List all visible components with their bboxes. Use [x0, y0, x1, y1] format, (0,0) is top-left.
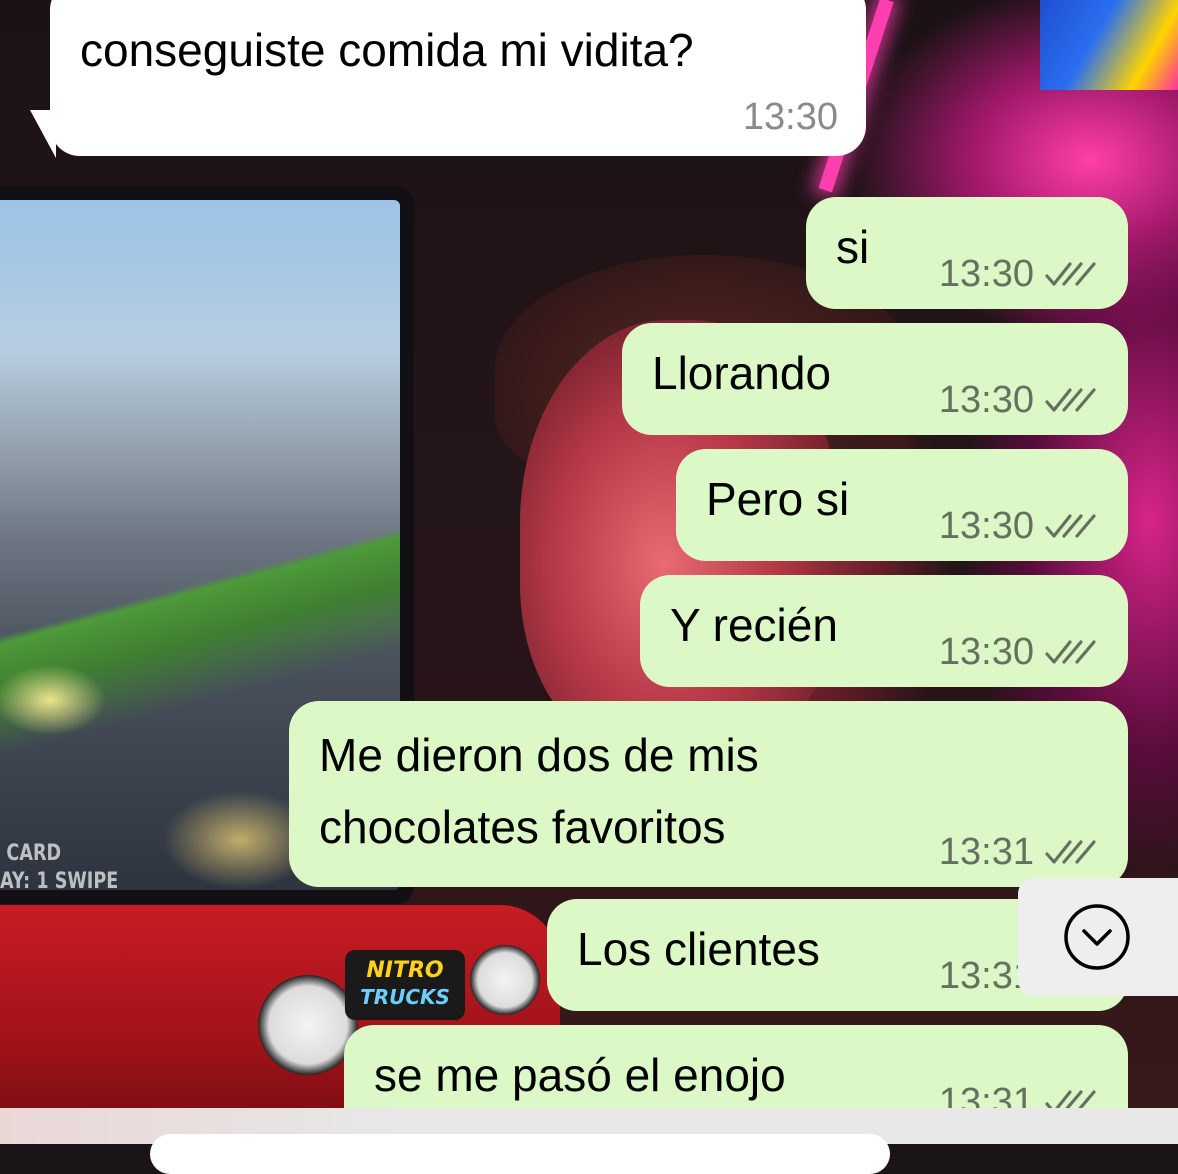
message-time: 13:30 — [938, 505, 1034, 547]
scroll-to-bottom-button[interactable] — [1018, 878, 1178, 996]
message-meta: 13:31 — [939, 1077, 1100, 1108]
double-check-icon — [1045, 514, 1096, 538]
message-bubble-outgoing[interactable]: si 13:30 — [806, 197, 1128, 309]
message-text: Me dieron dos de mis chocolates favorito… — [319, 719, 759, 863]
message-meta: 13:30 — [743, 92, 838, 142]
message-text: Llorando — [652, 347, 832, 399]
double-check-icon — [1045, 1090, 1096, 1108]
message-meta: 13:30 — [939, 627, 1100, 677]
double-check-icon — [1045, 388, 1096, 412]
message-input[interactable] — [150, 1134, 890, 1174]
message-text: Los clientes — [577, 923, 820, 975]
message-text: Pero si — [706, 473, 850, 525]
message-text: se me pasó el enojo — [374, 1049, 786, 1101]
message-time: 13:30 — [742, 96, 838, 138]
message-text: si — [836, 221, 870, 273]
message-meta: 13:31 — [939, 827, 1100, 877]
bubble-tail-incoming — [30, 110, 56, 158]
message-time: 13:31 — [938, 831, 1034, 873]
message-bubble-outgoing[interactable]: Me dieron dos de mis chocolates favorito… — [289, 701, 1128, 887]
message-text: Y recién — [670, 599, 838, 651]
message-meta: 13:30 — [939, 375, 1100, 425]
chevron-down-circle-icon — [1064, 904, 1130, 970]
message-bubble-outgoing[interactable]: Llorando 13:30 — [622, 323, 1128, 435]
composer-bar — [0, 1108, 1178, 1174]
message-bubble-incoming[interactable]: conseguiste comida mi vidita? 13:30 — [50, 0, 866, 156]
message-list[interactable]: conseguiste comida mi vidita? 13:30 si 1… — [0, 0, 1178, 1108]
message-text-line-2: chocolates favoritos — [319, 801, 726, 853]
message-bubble-outgoing[interactable]: Y recién 13:30 — [640, 575, 1128, 687]
message-time: 13:30 — [938, 631, 1034, 673]
double-check-icon — [1045, 262, 1096, 286]
message-time: 13:30 — [938, 379, 1034, 421]
double-check-icon — [1045, 840, 1096, 864]
message-meta: 13:30 — [939, 249, 1100, 299]
message-text: conseguiste comida mi vidita? — [80, 24, 694, 76]
message-meta: 13:30 — [939, 501, 1100, 551]
message-text-line-1: Me dieron dos de mis — [319, 729, 759, 781]
message-bubble-outgoing[interactable]: Pero si 13:30 — [676, 449, 1128, 561]
double-check-icon — [1045, 640, 1096, 664]
message-bubble-outgoing[interactable]: se me pasó el enojo 13:31 — [344, 1025, 1128, 1108]
message-time: 13:30 — [938, 253, 1034, 295]
message-time: 13:31 — [938, 1081, 1034, 1108]
